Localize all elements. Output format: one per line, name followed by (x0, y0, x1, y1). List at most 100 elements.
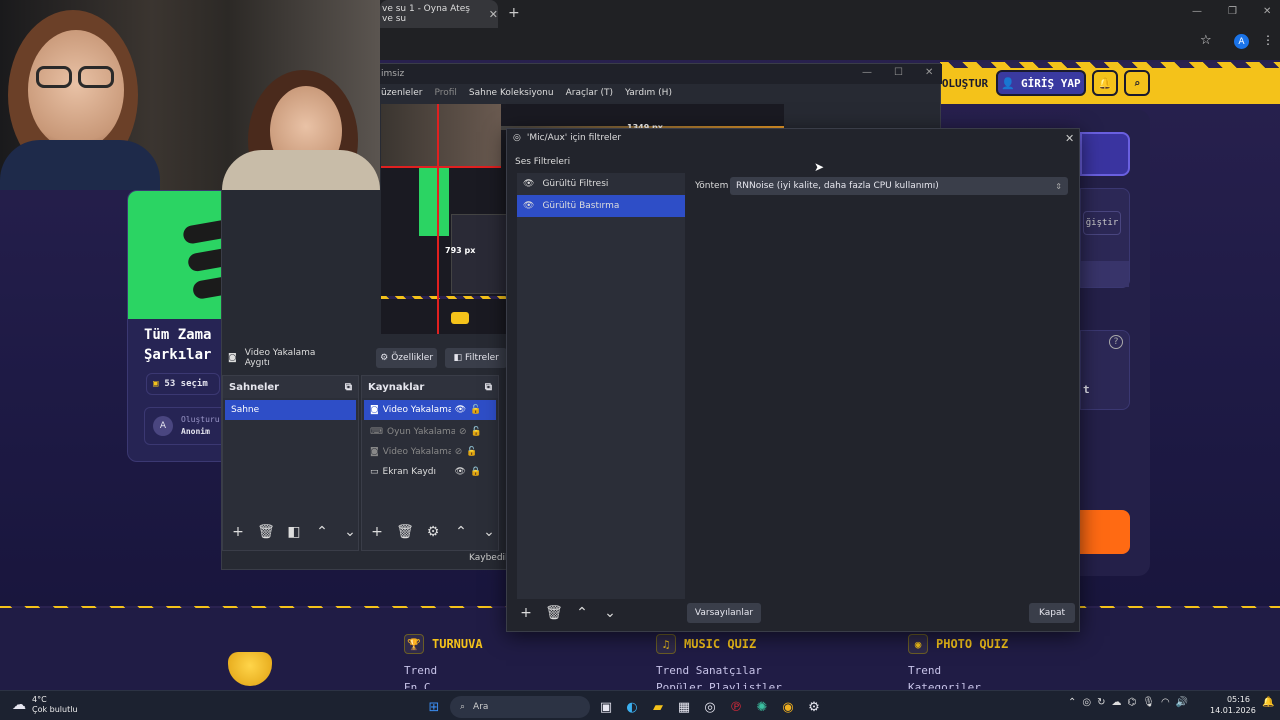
add-icon[interactable]: + (517, 605, 535, 621)
filters-button[interactable]: ◧ Filtreler (445, 348, 508, 368)
clock[interactable]: 05:16 14.01.2026 (1210, 694, 1256, 716)
undock-icon[interactable]: ⧉ (485, 382, 492, 393)
start-button[interactable] (1080, 510, 1130, 554)
maximize-icon[interactable]: ❐ (1228, 6, 1237, 17)
trash-icon[interactable]: 🗑 (257, 524, 275, 540)
chevron-up-icon[interactable]: ⌃ (1068, 697, 1076, 708)
footer-link[interactable]: Trend (908, 664, 1008, 677)
chevron-down-icon[interactable]: ⌄ (341, 524, 359, 540)
sync-icon[interactable]: ↻ (1097, 697, 1105, 708)
notification-button[interactable]: 🔔 (1092, 70, 1118, 96)
trash-icon[interactable]: 🗑 (396, 524, 414, 540)
mic-icon[interactable]: 🎙 (1142, 697, 1155, 708)
obs-logo-icon: ◎ (513, 133, 521, 143)
profile-avatar[interactable]: A (1234, 34, 1249, 49)
eye-icon[interactable]: 👁 (523, 201, 534, 211)
obs-icon[interactable]: ◎ (700, 697, 720, 717)
method-select[interactable]: RNNoise (iyi kalite, daha fazla CPU kull… (730, 177, 1068, 195)
star-icon[interactable]: ☆ (1200, 33, 1212, 48)
mode-tile[interactable] (1080, 132, 1130, 176)
folder-icon[interactable]: ▰ (648, 697, 668, 717)
minimize-icon[interactable]: — (862, 67, 872, 78)
pinterest-icon[interactable]: ℗ (726, 697, 746, 717)
scene-item[interactable]: Sahne (225, 400, 356, 420)
footer-link[interactable]: Kategoriler (908, 681, 1008, 689)
weather-widget[interactable]: ☁ 4°C Çok bulutlu (12, 695, 78, 715)
cloud-icon[interactable]: ☁ (1112, 697, 1122, 708)
music-icon: ♫ (656, 634, 676, 654)
menu-dots-icon[interactable]: ⋮ (1262, 33, 1274, 47)
filter-icon[interactable]: ◧ (285, 524, 303, 540)
eye-icon[interactable]: 👁 (455, 405, 466, 415)
close-tab-icon[interactable]: ✕ (489, 8, 498, 21)
minimize-icon[interactable]: — (1192, 6, 1202, 17)
chevron-updown-icon: ⇕ (1055, 181, 1062, 191)
add-icon[interactable]: + (368, 524, 386, 540)
eye-hidden-icon[interactable]: ⊘ (455, 447, 463, 457)
app-icon[interactable]: ✺ (752, 697, 772, 717)
address-bar[interactable]: ☆ A ⋮ (380, 29, 1280, 53)
chevron-down-icon[interactable]: ⌄ (601, 605, 619, 621)
trash-icon[interactable]: 🗑 (545, 605, 563, 621)
network-icon[interactable]: ⌬ (1128, 697, 1137, 708)
search-box[interactable]: ⌕ Ara (450, 696, 590, 718)
add-icon[interactable]: + (229, 524, 247, 540)
chevron-up-icon[interactable]: ⌃ (313, 524, 331, 540)
filter-item[interactable]: 👁 Gürültü Filtresi (517, 173, 685, 195)
settings-icon[interactable]: ⚙ (804, 697, 824, 717)
filter-icon: ◧ (453, 353, 463, 363)
chevron-up-icon[interactable]: ⌃ (573, 605, 591, 621)
menu-item[interactable]: Profil (434, 88, 456, 98)
notification-icon[interactable]: 🔔 (1262, 697, 1274, 708)
tray-icon[interactable]: ◎ (1082, 697, 1091, 708)
browser-tab[interactable]: ve su 1 - Oyna Ateş ve su ✕ (380, 0, 498, 28)
create-button[interactable]: OLUŞTUR (940, 70, 990, 96)
undock-icon[interactable]: ⧉ (345, 382, 352, 393)
menu-item[interactable]: Yardım (H) (625, 88, 672, 98)
edge-icon[interactable]: ◐ (622, 697, 642, 717)
menu-item[interactable]: üzenleler (381, 88, 422, 98)
close-icon[interactable]: ✕ (1065, 132, 1074, 145)
eye-icon[interactable]: 👁 (523, 179, 534, 189)
defaults-button[interactable]: Varsayılanlar (687, 603, 761, 623)
eye-hidden-icon[interactable]: ⊘ (459, 427, 467, 437)
lock-icon[interactable]: 🔒 (470, 467, 481, 477)
menu-item[interactable]: Araçlar (T) (566, 88, 613, 98)
camera-icon: ◙ (228, 353, 237, 363)
change-button[interactable]: ğiştir (1083, 211, 1121, 235)
unlock-icon[interactable]: 🔓 (471, 427, 482, 437)
sources-title: Kaynaklar (368, 381, 425, 393)
eye-icon[interactable]: 👁 (455, 467, 466, 477)
close-icon[interactable]: ✕ (925, 67, 933, 78)
source-item[interactable]: ▭ Ekran Kaydı 👁 🔒 (364, 462, 496, 482)
unlock-icon[interactable]: 🔓 (470, 405, 481, 415)
footer-link[interactable]: Trend (404, 664, 483, 677)
wifi-icon[interactable]: ◠ (1161, 697, 1170, 708)
close-button[interactable]: Kapat (1029, 603, 1075, 623)
chevron-down-icon[interactable]: ⌄ (480, 524, 498, 540)
source-item[interactable]: ◙Video Yakalama A⊘🔓 (364, 442, 496, 462)
filter-item[interactable]: 👁 Gürültü Bastırma (517, 195, 685, 217)
source-item[interactable]: ⌨ Oyun Yakalama ⊘ 🔓 (364, 422, 496, 442)
gear-icon[interactable]: ⚙ (424, 524, 442, 540)
help-icon[interactable]: ? (1109, 335, 1123, 349)
footer-link[interactable]: En Ç... (404, 681, 483, 689)
search-button[interactable]: ⌕ (1124, 70, 1150, 96)
unlock-icon[interactable]: 🔓 (466, 447, 477, 457)
footer-link[interactable]: Trend Sanatçılar (656, 664, 782, 677)
menu-item[interactable]: Sahne Koleksiyonu (469, 88, 554, 98)
cube-icon: ▣ (153, 379, 159, 389)
store-icon[interactable]: ▦ (674, 697, 694, 717)
maximize-icon[interactable]: ☐ (894, 67, 903, 78)
chevron-up-icon[interactable]: ⌃ (452, 524, 470, 540)
windows-start-icon[interactable]: ⊞ (424, 697, 444, 717)
task-view-icon[interactable]: ▣ (596, 697, 616, 717)
volume-icon[interactable]: 🔊 (1176, 697, 1188, 708)
properties-button[interactable]: ⚙ Özellikler (375, 348, 438, 368)
source-item[interactable]: ◙Video Yakalama A👁🔓 (364, 400, 496, 420)
close-icon[interactable]: ✕ (1263, 6, 1271, 17)
footer-link[interactable]: Popüler Playlistler (656, 681, 782, 689)
new-tab-icon[interactable]: + (508, 5, 520, 21)
chrome-icon[interactable]: ◉ (778, 697, 798, 717)
login-button[interactable]: 👤 GİRİŞ YAP (996, 70, 1086, 96)
